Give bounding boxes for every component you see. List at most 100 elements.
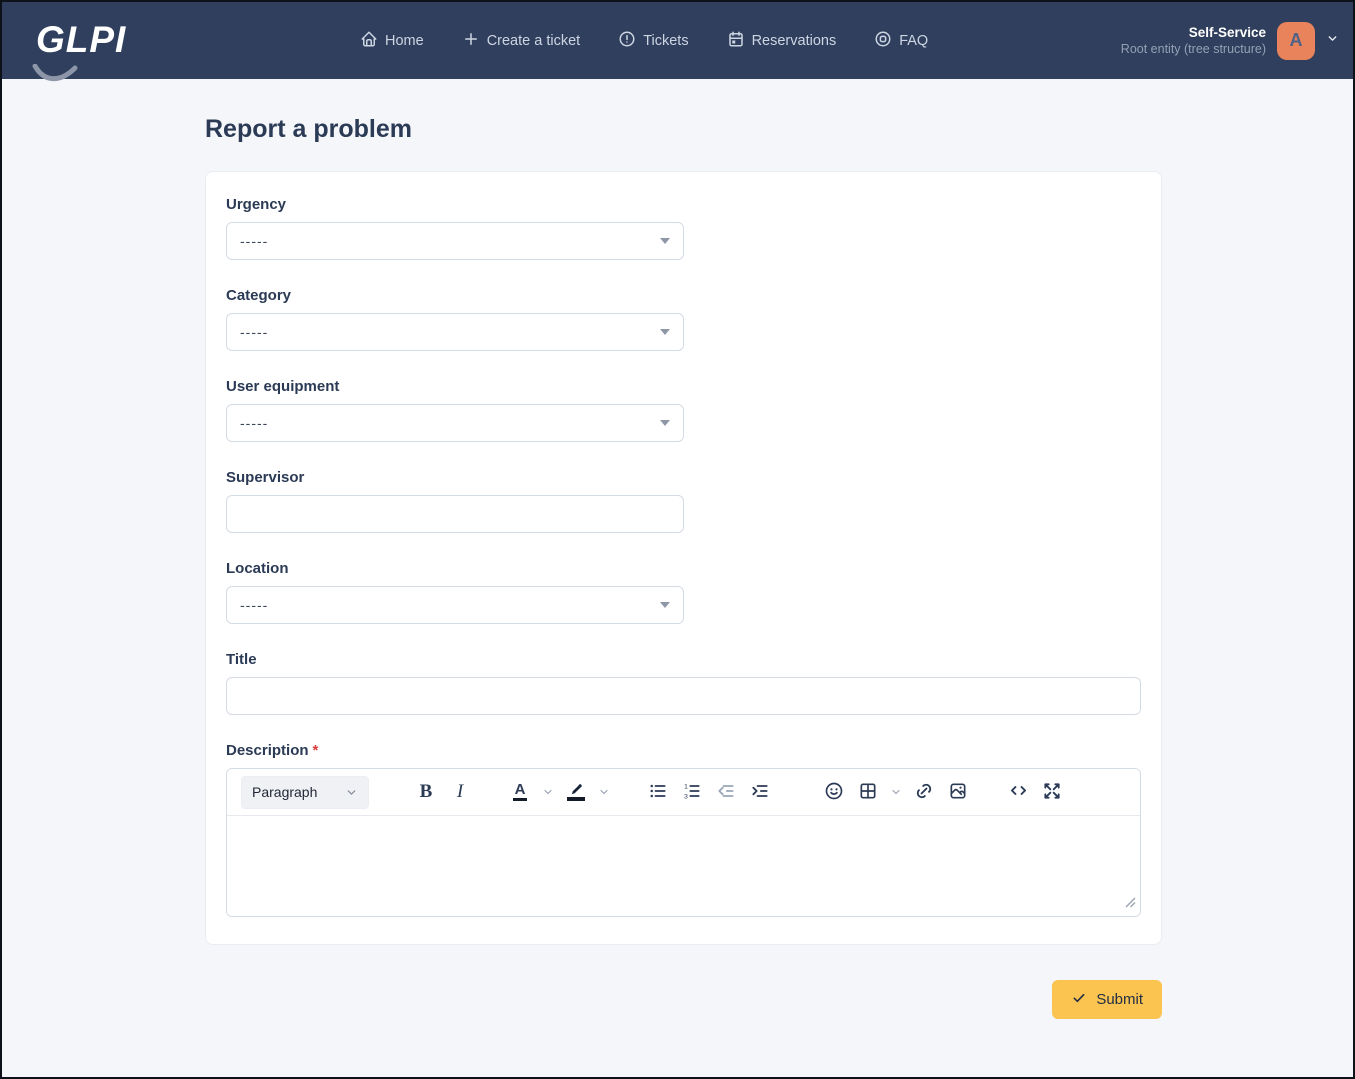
- table-dropdown[interactable]: [885, 776, 907, 809]
- table-button[interactable]: [851, 776, 885, 809]
- field-supervisor: Supervisor: [226, 469, 1141, 533]
- link-icon: [914, 781, 934, 804]
- user-profile-name: Self-Service: [1188, 25, 1266, 40]
- submit-button-label: Submit: [1096, 991, 1143, 1008]
- table-icon: [858, 781, 878, 804]
- submit-button[interactable]: Submit: [1052, 980, 1162, 1019]
- category-select-value: -----: [240, 324, 269, 340]
- nav-item-label: Tickets: [643, 32, 689, 49]
- fullscreen-button[interactable]: [1035, 776, 1069, 809]
- page-title: Report a problem: [205, 115, 412, 143]
- source-code-button[interactable]: [1001, 776, 1035, 809]
- dropdown-arrow-icon: [660, 329, 670, 335]
- urgency-select[interactable]: -----: [226, 222, 684, 260]
- resize-handle[interactable]: [1125, 895, 1136, 913]
- home-icon: [360, 30, 378, 52]
- glpi-logo[interactable]: GLPI: [32, 12, 126, 82]
- code-icon: [1008, 780, 1029, 804]
- emoji-icon: [824, 781, 844, 804]
- italic-button[interactable]: I: [443, 776, 477, 809]
- numbered-list-button[interactable]: 1 3: [675, 776, 709, 809]
- nav-item-label: FAQ: [899, 32, 929, 49]
- editor-toolbar: Paragraph B I A 1 3: [227, 769, 1140, 816]
- main-menu: Home Create a ticket Tickets Reservation…: [360, 2, 928, 79]
- paragraph-format-dropdown[interactable]: Paragraph: [241, 775, 369, 809]
- top-navbar: GLPI Home Create a ticket Tickets Reserv…: [2, 2, 1353, 82]
- paragraph-format-label: Paragraph: [252, 784, 318, 800]
- supervisor-input[interactable]: [226, 495, 684, 533]
- svg-text:3: 3: [684, 793, 688, 800]
- highlight-color-button[interactable]: [559, 776, 593, 809]
- category-select[interactable]: -----: [226, 313, 684, 351]
- text-color-dropdown[interactable]: [537, 776, 559, 809]
- dropdown-arrow-icon: [660, 238, 670, 244]
- plus-icon: [462, 30, 480, 52]
- location-select-value: -----: [240, 597, 269, 613]
- text-color-button[interactable]: A: [503, 776, 537, 809]
- bold-button[interactable]: B: [409, 776, 443, 809]
- form-actions: Submit: [205, 980, 1162, 1019]
- highlighter-icon: [567, 783, 585, 801]
- location-select[interactable]: -----: [226, 586, 684, 624]
- highlight-color-dropdown[interactable]: [593, 776, 615, 809]
- indent-button[interactable]: [743, 776, 777, 809]
- image-button[interactable]: [941, 776, 975, 809]
- description-editor-area[interactable]: [227, 816, 1140, 916]
- nav-item-label: Create a ticket: [486, 32, 581, 49]
- main-content: Report a problem Urgency ----- Category …: [205, 115, 1162, 1019]
- check-icon: [1071, 990, 1087, 1010]
- bold-icon: B: [419, 781, 433, 802]
- nav-item-home[interactable]: Home: [360, 30, 424, 52]
- dropdown-arrow-icon: [660, 602, 670, 608]
- field-urgency: Urgency -----: [226, 196, 1141, 260]
- title-input[interactable]: [226, 677, 1141, 715]
- user-menu[interactable]: Self-Service Root entity (tree structure…: [1121, 2, 1339, 79]
- richtext-editor: Paragraph B I A 1 3: [226, 768, 1141, 917]
- nav-item-create-ticket[interactable]: Create a ticket: [462, 30, 581, 52]
- user-equipment-select-value: -----: [240, 415, 269, 431]
- user-info: Self-Service Root entity (tree structure…: [1121, 25, 1266, 56]
- avatar[interactable]: A: [1277, 21, 1315, 60]
- nav-item-tickets[interactable]: Tickets: [618, 30, 689, 52]
- numbered-list-icon: 1 3: [682, 781, 702, 804]
- outdent-icon: [716, 781, 736, 804]
- bullet-list-icon: [648, 781, 668, 804]
- alert-circle-icon: [618, 30, 636, 52]
- glpi-logo-swoosh-icon: [32, 46, 78, 102]
- avatar-letter: A: [1289, 30, 1303, 50]
- dropdown-arrow-icon: [660, 420, 670, 426]
- svg-text:1: 1: [684, 783, 688, 790]
- nav-item-reservations[interactable]: Reservations: [727, 30, 837, 52]
- italic-icon: I: [456, 781, 464, 802]
- outdent-button[interactable]: [709, 776, 743, 809]
- title-label: Title: [226, 651, 257, 668]
- ticket-form-card: Urgency ----- Category ----- User equipm…: [205, 171, 1162, 945]
- bullet-list-button[interactable]: [641, 776, 675, 809]
- supervisor-label: Supervisor: [226, 469, 305, 486]
- app-window: GLPI Home Create a ticket Tickets Reserv…: [0, 0, 1355, 1079]
- text-color-icon: A: [512, 782, 528, 801]
- calendar-icon: [727, 30, 745, 52]
- field-title: Title: [226, 651, 1141, 715]
- nav-item-label: Home: [385, 32, 424, 49]
- field-location: Location -----: [226, 560, 1141, 624]
- indent-icon: [750, 781, 770, 804]
- urgency-select-value: -----: [240, 233, 269, 249]
- user-equipment-select[interactable]: -----: [226, 404, 684, 442]
- chevron-down-icon: [1326, 32, 1339, 50]
- field-description: Description * Paragraph B I A 1 3: [226, 742, 1141, 917]
- fullscreen-icon: [1042, 781, 1062, 804]
- emoji-button[interactable]: [817, 776, 851, 809]
- link-button[interactable]: [907, 776, 941, 809]
- required-asterisk: *: [312, 742, 319, 759]
- field-user-equipment: User equipment -----: [226, 378, 1141, 442]
- user-equipment-label: User equipment: [226, 378, 340, 395]
- help-icon: [874, 30, 892, 52]
- user-entity-name: Root entity (tree structure): [1120, 42, 1266, 56]
- nav-item-faq[interactable]: FAQ: [874, 30, 928, 52]
- image-icon: [948, 781, 968, 804]
- category-label: Category: [226, 287, 292, 304]
- nav-item-label: Reservations: [751, 32, 837, 49]
- description-label: Description *: [226, 742, 319, 759]
- urgency-label: Urgency: [226, 196, 287, 213]
